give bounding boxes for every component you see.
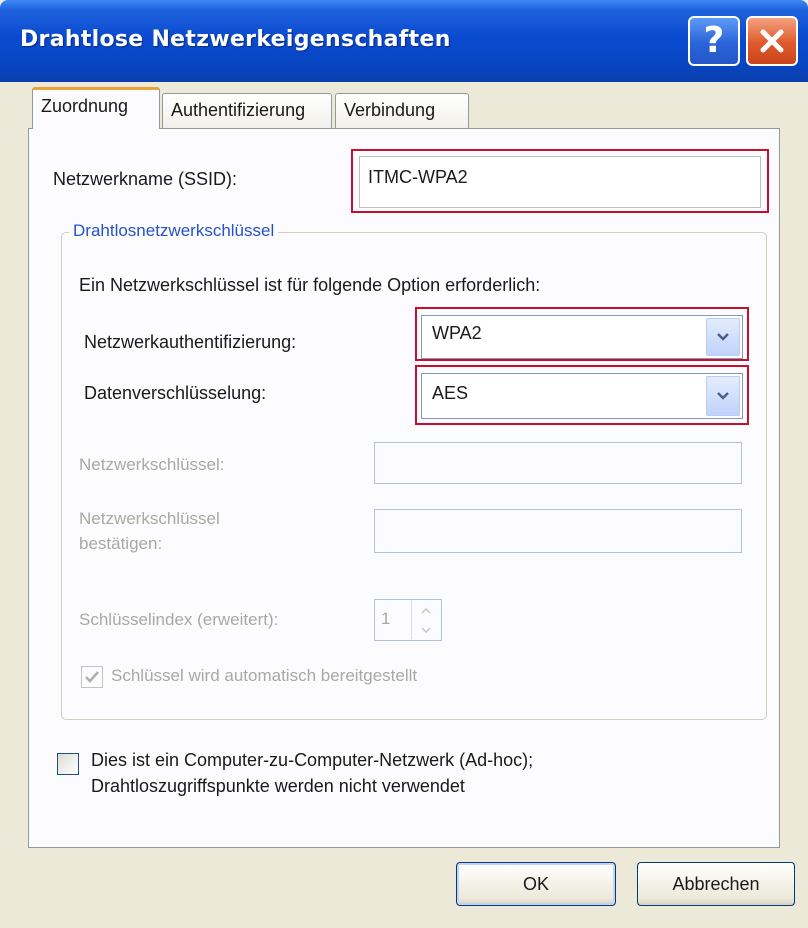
tab-label: Verbindung [344, 100, 436, 120]
auth-select[interactable]: WPA2 [421, 315, 743, 359]
encryption-dropdown-button[interactable] [706, 376, 740, 416]
confirm-key-input[interactable] [374, 509, 742, 553]
confirm-key-label-line2: bestätigen: [79, 534, 163, 553]
ok-label: OK [522, 873, 549, 894]
chevron-up-icon [421, 607, 431, 614]
adhoc-label-line1: Dies ist ein Computer-zu-Computer-Netzwe… [91, 750, 534, 770]
key-required-text: Ein Netzwerkschlüssel ist für folgende O… [79, 275, 541, 295]
dialog-title: Drahtlose Netzwerkeigenschaften [20, 27, 451, 52]
tab-zuordnung[interactable]: Zuordnung [32, 87, 160, 129]
wireless-key-legend: Drahtlosnetzwerkschlüssel [69, 221, 279, 241]
cancel-button[interactable]: Abbrechen [637, 862, 795, 906]
encryption-value: AES [432, 383, 469, 403]
ok-button[interactable]: OK [456, 862, 616, 906]
auto-key-checkbox[interactable] [81, 666, 103, 688]
tab-verbindung[interactable]: Verbindung [335, 93, 469, 129]
adhoc-checkbox[interactable] [57, 753, 79, 775]
network-key-label: Netzwerkschlüssel: [79, 455, 225, 474]
tab-label: Zuordnung [41, 96, 129, 116]
ssid-label: Netzwerkname (SSID): [53, 169, 238, 189]
auth-label: Netzwerkauthentifizierung: [84, 332, 297, 352]
spinner-buttons [411, 601, 440, 639]
key-index-spinner[interactable]: 1 [374, 599, 442, 641]
key-index-label: Schlüsselindex (erweitert): [79, 610, 279, 629]
tab-panel-zuordnung: Netzwerkname (SSID): ITMC-WPA2 Drahtlosn… [28, 128, 780, 848]
adhoc-label-line2: Drahtloszugriffspunkte werden nicht verw… [91, 776, 465, 796]
key-index-value: 1 [381, 609, 391, 628]
title-bar[interactable]: Drahtlose Netzwerkeigenschaften ? [0, 0, 808, 82]
tab-authentifizierung[interactable]: Authentifizierung [162, 93, 332, 129]
auto-key-label: Schlüssel wird automatisch bereitgestell… [111, 666, 418, 685]
chevron-down-icon [421, 626, 431, 633]
auth-dropdown-button[interactable] [706, 318, 740, 356]
chevron-down-icon [717, 392, 729, 400]
help-icon: ? [703, 20, 725, 61]
help-button[interactable]: ? [688, 16, 740, 66]
spin-up-button[interactable] [412, 601, 440, 620]
network-key-input[interactable] [374, 442, 742, 484]
checkmark-icon [85, 671, 99, 683]
ssid-value: ITMC-WPA2 [368, 167, 468, 187]
confirm-key-label-line1: Netzwerkschlüssel [79, 509, 220, 528]
encryption-select[interactable]: AES [421, 373, 743, 419]
tab-label: Authentifizierung [171, 100, 306, 120]
cancel-label: Abbrechen [672, 873, 760, 894]
encryption-label: Datenverschlüsselung: [84, 383, 267, 403]
spin-down-button[interactable] [412, 620, 440, 639]
dialog-window: Drahtlose Netzwerkeigenschaften ? Zuordn… [0, 0, 808, 928]
auth-value: WPA2 [432, 323, 482, 343]
chevron-down-icon [717, 333, 729, 341]
ssid-input[interactable]: ITMC-WPA2 [359, 156, 761, 208]
close-button[interactable] [746, 16, 798, 66]
close-icon [760, 29, 784, 53]
